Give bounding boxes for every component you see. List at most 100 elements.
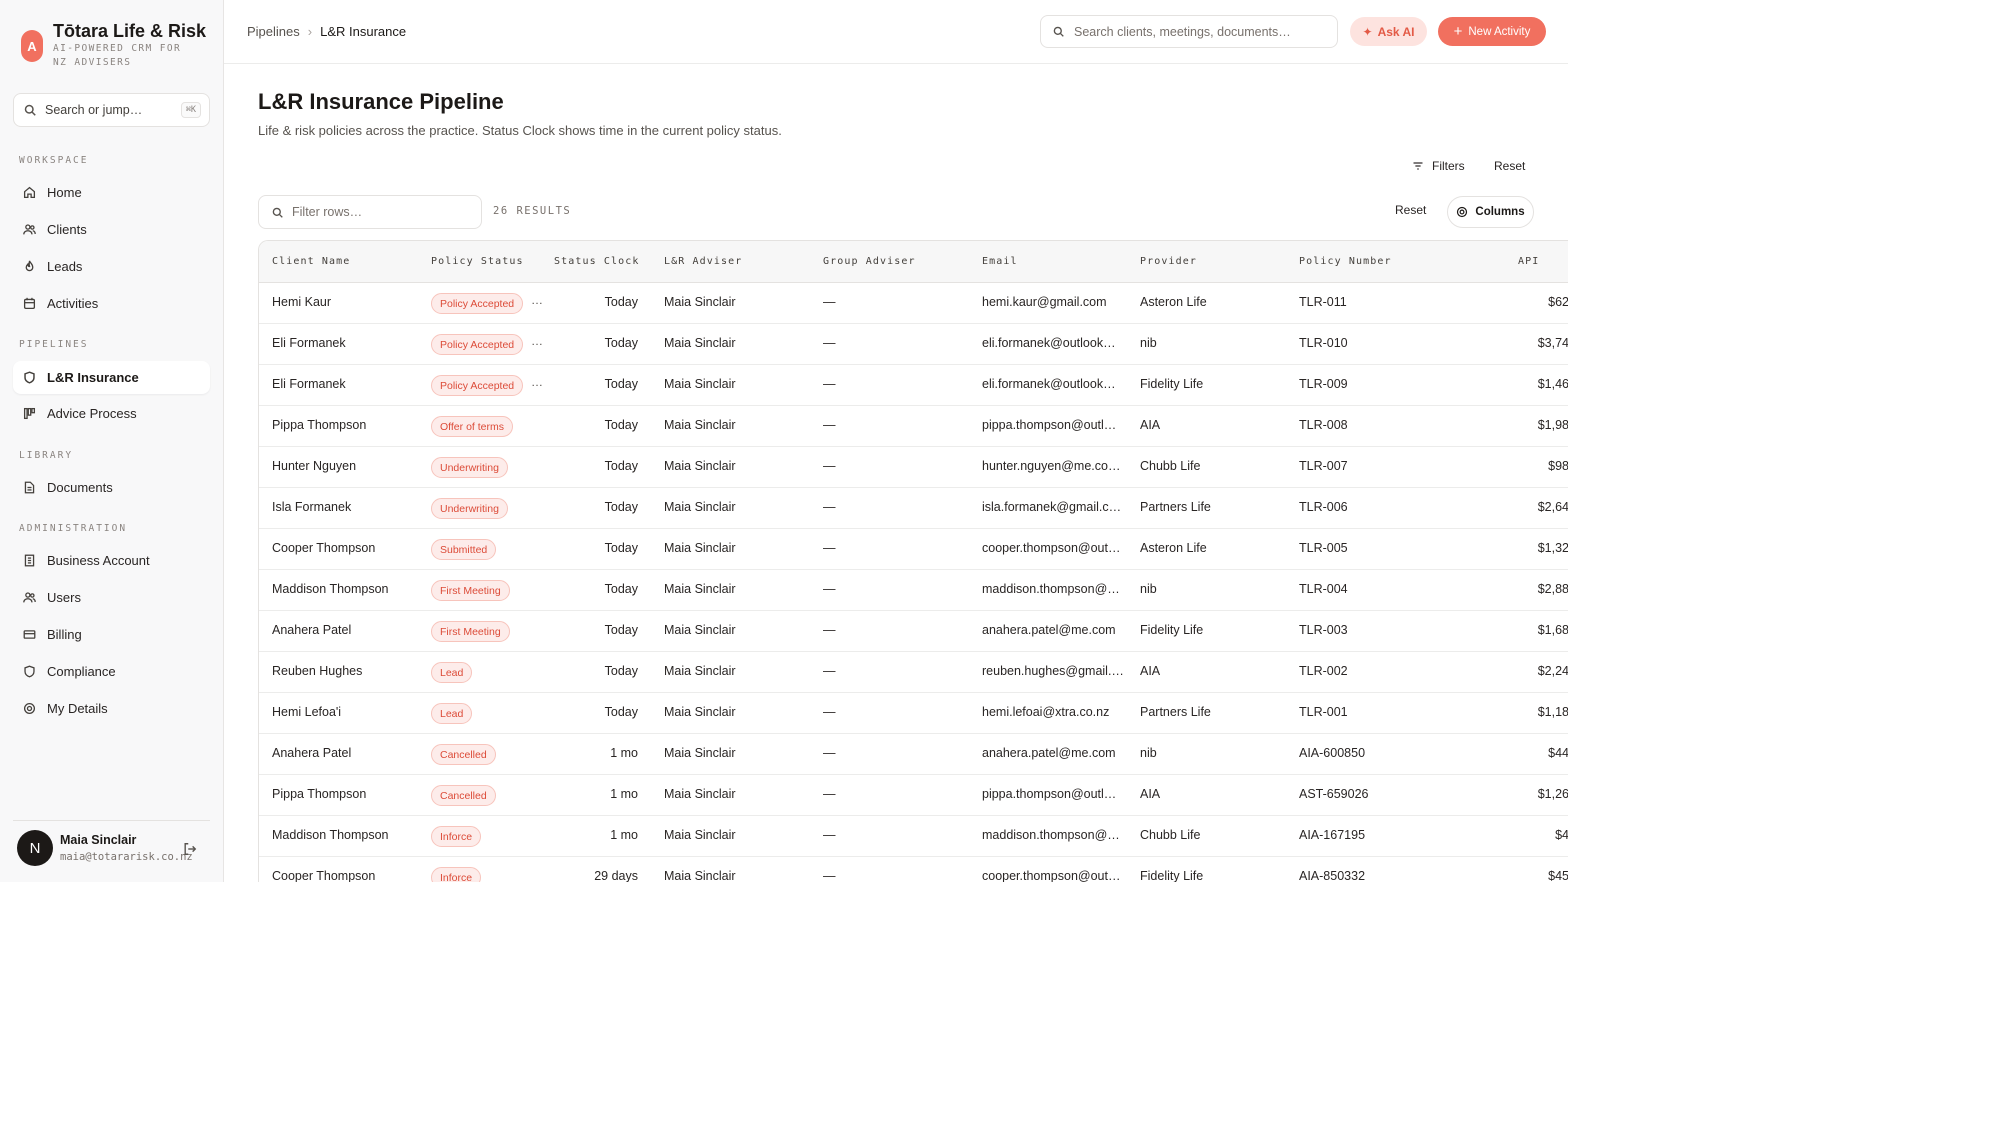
column-header-policy-number[interactable]: Policy Number xyxy=(1299,256,1392,267)
reset-columns-button[interactable]: Reset xyxy=(1395,203,1426,217)
sidebar-item-home[interactable]: Home xyxy=(13,176,210,209)
table-row[interactable]: Cooper Thompson Inforce 29 days Maia Sincla… xyxy=(259,857,1568,882)
avatar[interactable]: N xyxy=(17,830,53,866)
client-name-cell[interactable]: Reuben Hughes xyxy=(272,664,422,678)
filters-button[interactable]: Filters xyxy=(1412,159,1465,173)
client-name-cell[interactable]: Cooper Thompson xyxy=(272,541,422,555)
search-icon xyxy=(272,207,283,218)
columns-button[interactable]: Columns xyxy=(1447,196,1534,228)
breadcrumb-pipelines[interactable]: Pipelines xyxy=(247,24,300,39)
client-name-cell[interactable]: Anahera Patel xyxy=(272,746,422,760)
client-name-cell[interactable]: Anahera Patel xyxy=(272,623,422,637)
sidebar-item-users[interactable]: Users xyxy=(13,581,210,614)
ask-ai-label: Ask AI xyxy=(1377,24,1415,39)
sidebar-item-advice-process[interactable]: Advice Process xyxy=(13,397,210,430)
column-header-status-clock[interactable]: Status Clock xyxy=(554,256,639,267)
lr-adviser-cell: Maia Sinclair xyxy=(664,541,736,555)
sidebar-search[interactable]: Search or jump… ⌘K xyxy=(13,93,210,127)
table-row[interactable]: Hunter Nguyen Underwriting Today Maia Sincl… xyxy=(259,447,1568,488)
column-header-client-name[interactable]: Client Name xyxy=(272,256,350,267)
status-clock-cell: Today xyxy=(604,623,638,637)
policy-number-cell: TLR-011 xyxy=(1299,295,1347,309)
status-badge: Underwriting xyxy=(431,498,508,519)
new-activity-button[interactable]: + New Activity xyxy=(1438,17,1546,46)
status-badge: Submitted xyxy=(431,539,497,560)
status-clock-cell: Today xyxy=(604,418,638,432)
table-row[interactable]: Anahera Patel First Meeting Today Maia Sinc… xyxy=(259,611,1568,652)
client-name-cell[interactable]: Eli Formanek xyxy=(272,336,422,350)
client-name-cell[interactable]: Hemi Kaur xyxy=(272,295,422,309)
sidebar-item-documents[interactable]: Documents xyxy=(13,471,210,504)
status-clock-cell: 1 mo xyxy=(610,746,638,760)
sidebar-item-my-details[interactable]: My Details xyxy=(13,692,210,725)
email-cell: reuben.hughes@gmail.… xyxy=(982,664,1124,678)
client-name-cell[interactable]: Pippa Thompson xyxy=(272,418,422,432)
lr-adviser-cell: Maia Sinclair xyxy=(664,418,736,432)
client-name-cell[interactable]: Isla Formanek xyxy=(272,500,422,514)
column-header-provider[interactable]: Provider xyxy=(1140,256,1197,267)
table-row[interactable]: Hemi Lefoa'i Lead Today Maia Sinclair — hemi.… xyxy=(259,693,1568,734)
table-row[interactable]: Cooper Thompson Submitted Today Maia Sincla… xyxy=(259,529,1568,570)
status-badge: Cancelled xyxy=(431,785,496,806)
client-name-cell[interactable]: Eli Formanek xyxy=(272,377,422,391)
provider-cell: AIA xyxy=(1140,787,1161,801)
brand-title: Tōtara Life & Risk xyxy=(53,21,207,41)
sidebar-item-label: Clients xyxy=(47,222,87,237)
table-row[interactable]: Maddison Thompson Inforce 1 mo Maia Sinclai… xyxy=(259,816,1568,857)
email-cell: pippa.thompson@outl… xyxy=(982,418,1117,432)
sidebar-item-clients[interactable]: Clients xyxy=(13,213,210,246)
filter-rows-placeholder: Filter rows… xyxy=(292,205,363,219)
policy-number-cell: TLR-006 xyxy=(1299,500,1348,514)
table-row[interactable]: Hemi Kaur Policy Accepted … Today Maia Sincl… xyxy=(259,283,1568,324)
filter-icon xyxy=(1413,162,1423,170)
lr-adviser-cell: Maia Sinclair xyxy=(664,459,736,473)
table-row[interactable]: Pippa Thompson Offer of terms Today Maia Si… xyxy=(259,406,1568,447)
client-name-cell[interactable]: Maddison Thompson xyxy=(272,828,422,842)
table-row[interactable]: Isla Formanek Underwriting Today Maia Sincl… xyxy=(259,488,1568,529)
users-icon xyxy=(23,592,36,603)
column-header-api[interactable]: API xyxy=(1518,256,1539,267)
sidebar-item-compliance[interactable]: Compliance xyxy=(13,655,210,688)
client-name-cell[interactable]: Hemi Lefoa'i xyxy=(272,705,422,719)
lr-adviser-cell: Maia Sinclair xyxy=(664,582,736,596)
policy-number-cell: TLR-004 xyxy=(1299,582,1348,596)
sidebar-item-activities[interactable]: Activities xyxy=(13,287,210,320)
column-header-email[interactable]: Email xyxy=(982,256,1018,267)
table-row[interactable]: Maddison Thompson First Meeting Today Maia … xyxy=(259,570,1568,611)
policy-number-cell: TLR-003 xyxy=(1299,623,1348,637)
sidebar-item-label: My Details xyxy=(47,701,108,716)
table-row[interactable]: Eli Formanek Policy Accepted … Today Maia Si… xyxy=(259,365,1568,406)
client-name-cell[interactable]: Pippa Thompson xyxy=(272,787,422,801)
sidebar-item-leads[interactable]: Leads xyxy=(13,250,210,283)
status-badge: Cancelled xyxy=(431,744,496,765)
table-row[interactable]: Pippa Thompson Cancelled 1 mo Maia Sinclair… xyxy=(259,775,1568,816)
status-clock-cell: Today xyxy=(604,336,638,350)
client-name-cell[interactable]: Maddison Thompson xyxy=(272,582,422,596)
page-subtitle: Life & risk policies across the practice… xyxy=(258,123,782,138)
sidebar-item-lr-insurance[interactable]: L&R Insurance xyxy=(13,361,210,394)
sidebar-item-business-account[interactable]: Business Account xyxy=(13,544,210,577)
building-icon xyxy=(24,554,35,567)
column-header-lr-adviser[interactable]: L&R Adviser xyxy=(664,256,742,267)
table-row[interactable]: Anahera Patel Cancelled 1 mo Maia Sinclair —… xyxy=(259,734,1568,775)
top-bar: Pipelines › L&R Insurance Search clients… xyxy=(224,0,1568,64)
client-name-cell[interactable]: Cooper Thompson xyxy=(272,869,422,882)
table-row[interactable]: Eli Formanek Policy Accepted … Today Maia Si… xyxy=(259,324,1568,365)
sidebar-item-billing[interactable]: Billing xyxy=(13,618,210,651)
global-search-input[interactable]: Search clients, meetings, documents… xyxy=(1040,15,1338,48)
filter-rows-input[interactable]: Filter rows… xyxy=(258,195,482,229)
ask-ai-button[interactable]: ✦ Ask AI xyxy=(1350,17,1427,46)
column-header-policy-status[interactable]: Policy Status xyxy=(431,256,524,267)
reset-filters-button[interactable]: Reset xyxy=(1494,159,1525,173)
users-icon xyxy=(23,224,36,235)
user-profile[interactable]: N Maia Sinclair maia@totararisk.co.nz xyxy=(13,820,210,882)
column-header-group-adviser[interactable]: Group Adviser xyxy=(823,256,916,267)
sidebar-item-label: Advice Process xyxy=(47,406,137,421)
brand[interactable]: A Tōtara Life & Risk AI-POWERED CRM FOR … xyxy=(21,20,206,70)
status-clock-cell: Today xyxy=(604,459,638,473)
section-workspace: WORKSPACE xyxy=(19,155,89,166)
status-badge: Offer of terms xyxy=(431,416,513,437)
client-name-cell[interactable]: Hunter Nguyen xyxy=(272,459,422,473)
logout-icon[interactable] xyxy=(183,842,197,856)
table-row[interactable]: Reuben Hughes Lead Today Maia Sinclair — reub… xyxy=(259,652,1568,693)
